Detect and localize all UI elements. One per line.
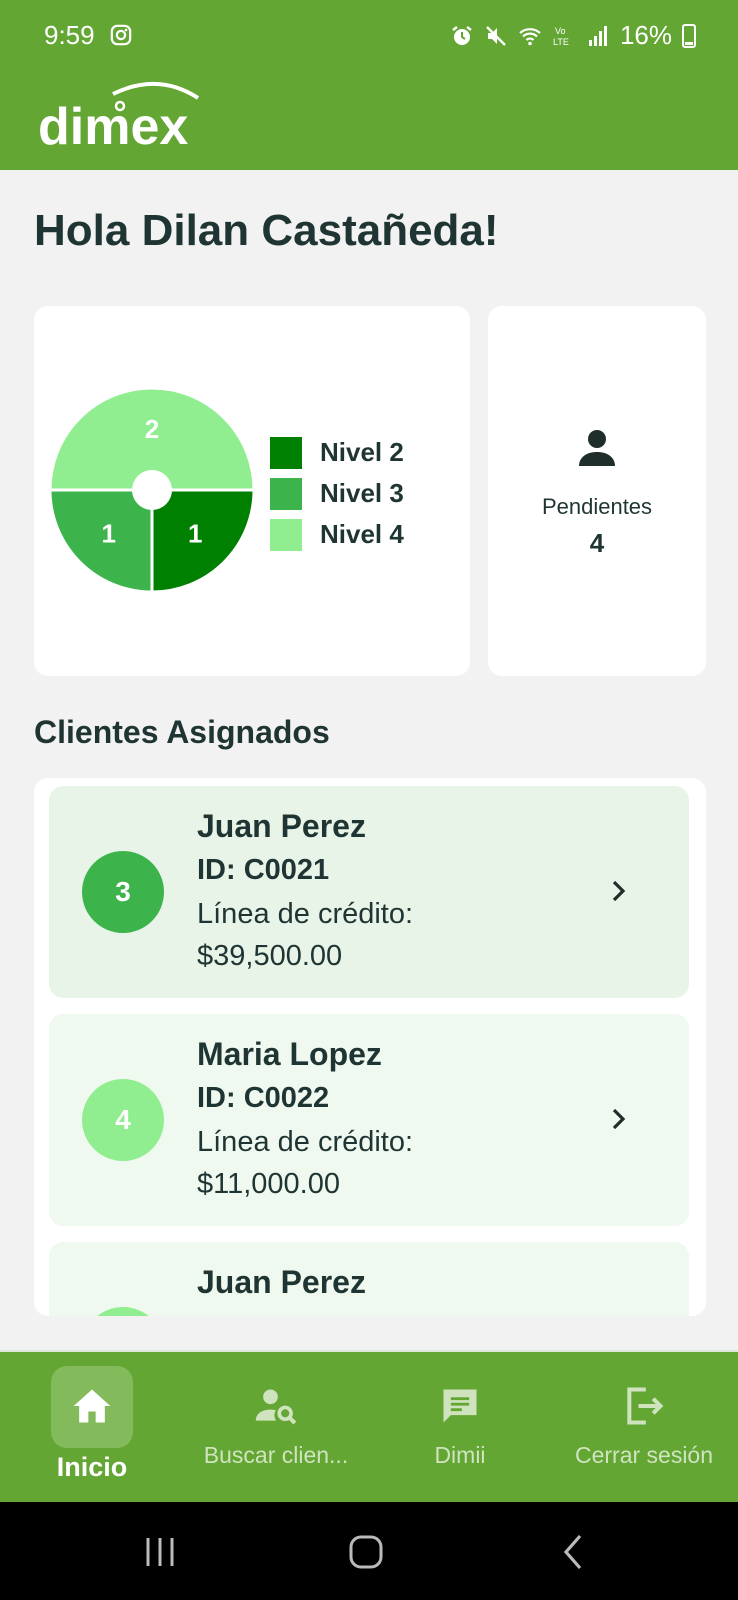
chevron-right-icon[interactable] (607, 876, 631, 906)
client-list-item[interactable]: 4 Maria Lopez ID: C0022 Línea de crédito… (49, 1014, 689, 1226)
home-icon (73, 1389, 111, 1423)
chat-icon (443, 1389, 477, 1423)
wifi-icon (519, 27, 541, 45)
legend-label: Nivel 3 (320, 478, 404, 508)
battery-icon (682, 23, 696, 48)
status-icons: Vo LTE 16% (450, 20, 696, 51)
volte-icon: Vo LTE (553, 26, 569, 47)
signal-icon (588, 25, 607, 46)
legend-swatch (270, 436, 302, 469)
pie-value-label: 1 (188, 518, 202, 548)
chart-legend: Nivel 2 Nivel 3 Nivel 4 (270, 432, 404, 555)
instagram-icon (110, 24, 132, 46)
person-search-icon (255, 1389, 297, 1425)
pending-label: Pendientes (541, 494, 653, 519)
status-time: 9:59 (44, 20, 95, 50)
person-icon (579, 430, 615, 466)
app-bar: dimex (0, 72, 738, 170)
system-nav-bar (0, 1502, 738, 1600)
pie-value-label: 1 (101, 518, 115, 548)
credit-amount: $39,500.00 (197, 940, 343, 972)
client-level-avatar: 3 (82, 851, 164, 933)
alarm-icon (452, 25, 472, 45)
client-level-avatar (82, 1307, 164, 1316)
legend-swatch (270, 477, 302, 510)
nav-label-inicio: Inicio (56, 1452, 128, 1482)
back-icon[interactable] (554, 1532, 594, 1572)
client-id: ID: C0022 (197, 1082, 330, 1114)
status-bar: 9:59 Vo LTE 16% (0, 0, 738, 72)
nav-label-buscar-clientes: Buscar clien... (203, 1442, 349, 1468)
client-level-avatar: 4 (82, 1079, 164, 1161)
svg-text:LTE: LTE (553, 37, 569, 47)
legend-label: Nivel 4 (320, 519, 404, 549)
battery-percent: 16% (619, 20, 672, 50)
pending-card[interactable]: Pendientes 4 (488, 306, 706, 676)
pie-slice-nivel-2 (150, 488, 256, 594)
home-button-icon[interactable] (346, 1532, 386, 1572)
greeting-title: Hola Dilan Castañeda! (34, 206, 499, 255)
mute-icon (486, 25, 506, 46)
client-name: Maria Lopez (197, 1036, 382, 1072)
nav-item-buscar-clientes[interactable]: Buscar clien... (184, 1352, 368, 1502)
clients-section-title: Clientes Asignados (34, 714, 330, 750)
levels-pie-chart: 2 1 1 (48, 386, 256, 594)
nav-label-cerrar-sesion: Cerrar sesión (574, 1442, 714, 1468)
logout-icon (627, 1387, 664, 1425)
legend-swatch (270, 518, 302, 551)
nav-label-dimii: Dimii (434, 1442, 486, 1468)
pie-value-label: 2 (145, 414, 159, 444)
client-list: 3 Juan Perez ID: C0021 Línea de crédito:… (34, 778, 706, 1316)
pending-count: 4 (589, 528, 605, 558)
bottom-navigation: Inicio Buscar clien... Dimii Cerrar sesi… (0, 1350, 738, 1502)
client-id: ID: C0021 (197, 854, 330, 886)
recent-apps-icon[interactable] (140, 1532, 180, 1572)
svg-text:dimex: dimex (38, 98, 188, 156)
dimex-logo: dimex (38, 82, 200, 156)
credit-line-label: Línea de crédito: (197, 1126, 414, 1158)
credit-amount: $11,000.00 (197, 1168, 340, 1200)
legend-item: Nivel 3 (270, 473, 404, 514)
pie-center-hole (132, 470, 172, 510)
nav-item-dimii[interactable]: Dimii (368, 1352, 552, 1502)
legend-item: Nivel 4 (270, 514, 404, 555)
legend-label: Nivel 2 (320, 437, 404, 467)
credit-line-label: Línea de crédito: (197, 898, 414, 930)
levels-chart-card: 2 1 1 Nivel 2 Nivel 3 Nivel 4 (34, 306, 470, 676)
client-list-item[interactable]: Juan Perez (49, 1242, 689, 1316)
legend-item: Nivel 2 (270, 432, 404, 473)
client-list-item[interactable]: 3 Juan Perez ID: C0021 Línea de crédito:… (49, 786, 689, 998)
chevron-right-icon[interactable] (607, 1104, 631, 1134)
client-name: Juan Perez (197, 808, 366, 844)
svg-text:Vo: Vo (555, 26, 566, 36)
nav-item-cerrar-sesion[interactable]: Cerrar sesión (552, 1352, 736, 1502)
client-name: Juan Perez (197, 1264, 366, 1300)
nav-item-inicio[interactable]: Inicio (0, 1352, 184, 1502)
